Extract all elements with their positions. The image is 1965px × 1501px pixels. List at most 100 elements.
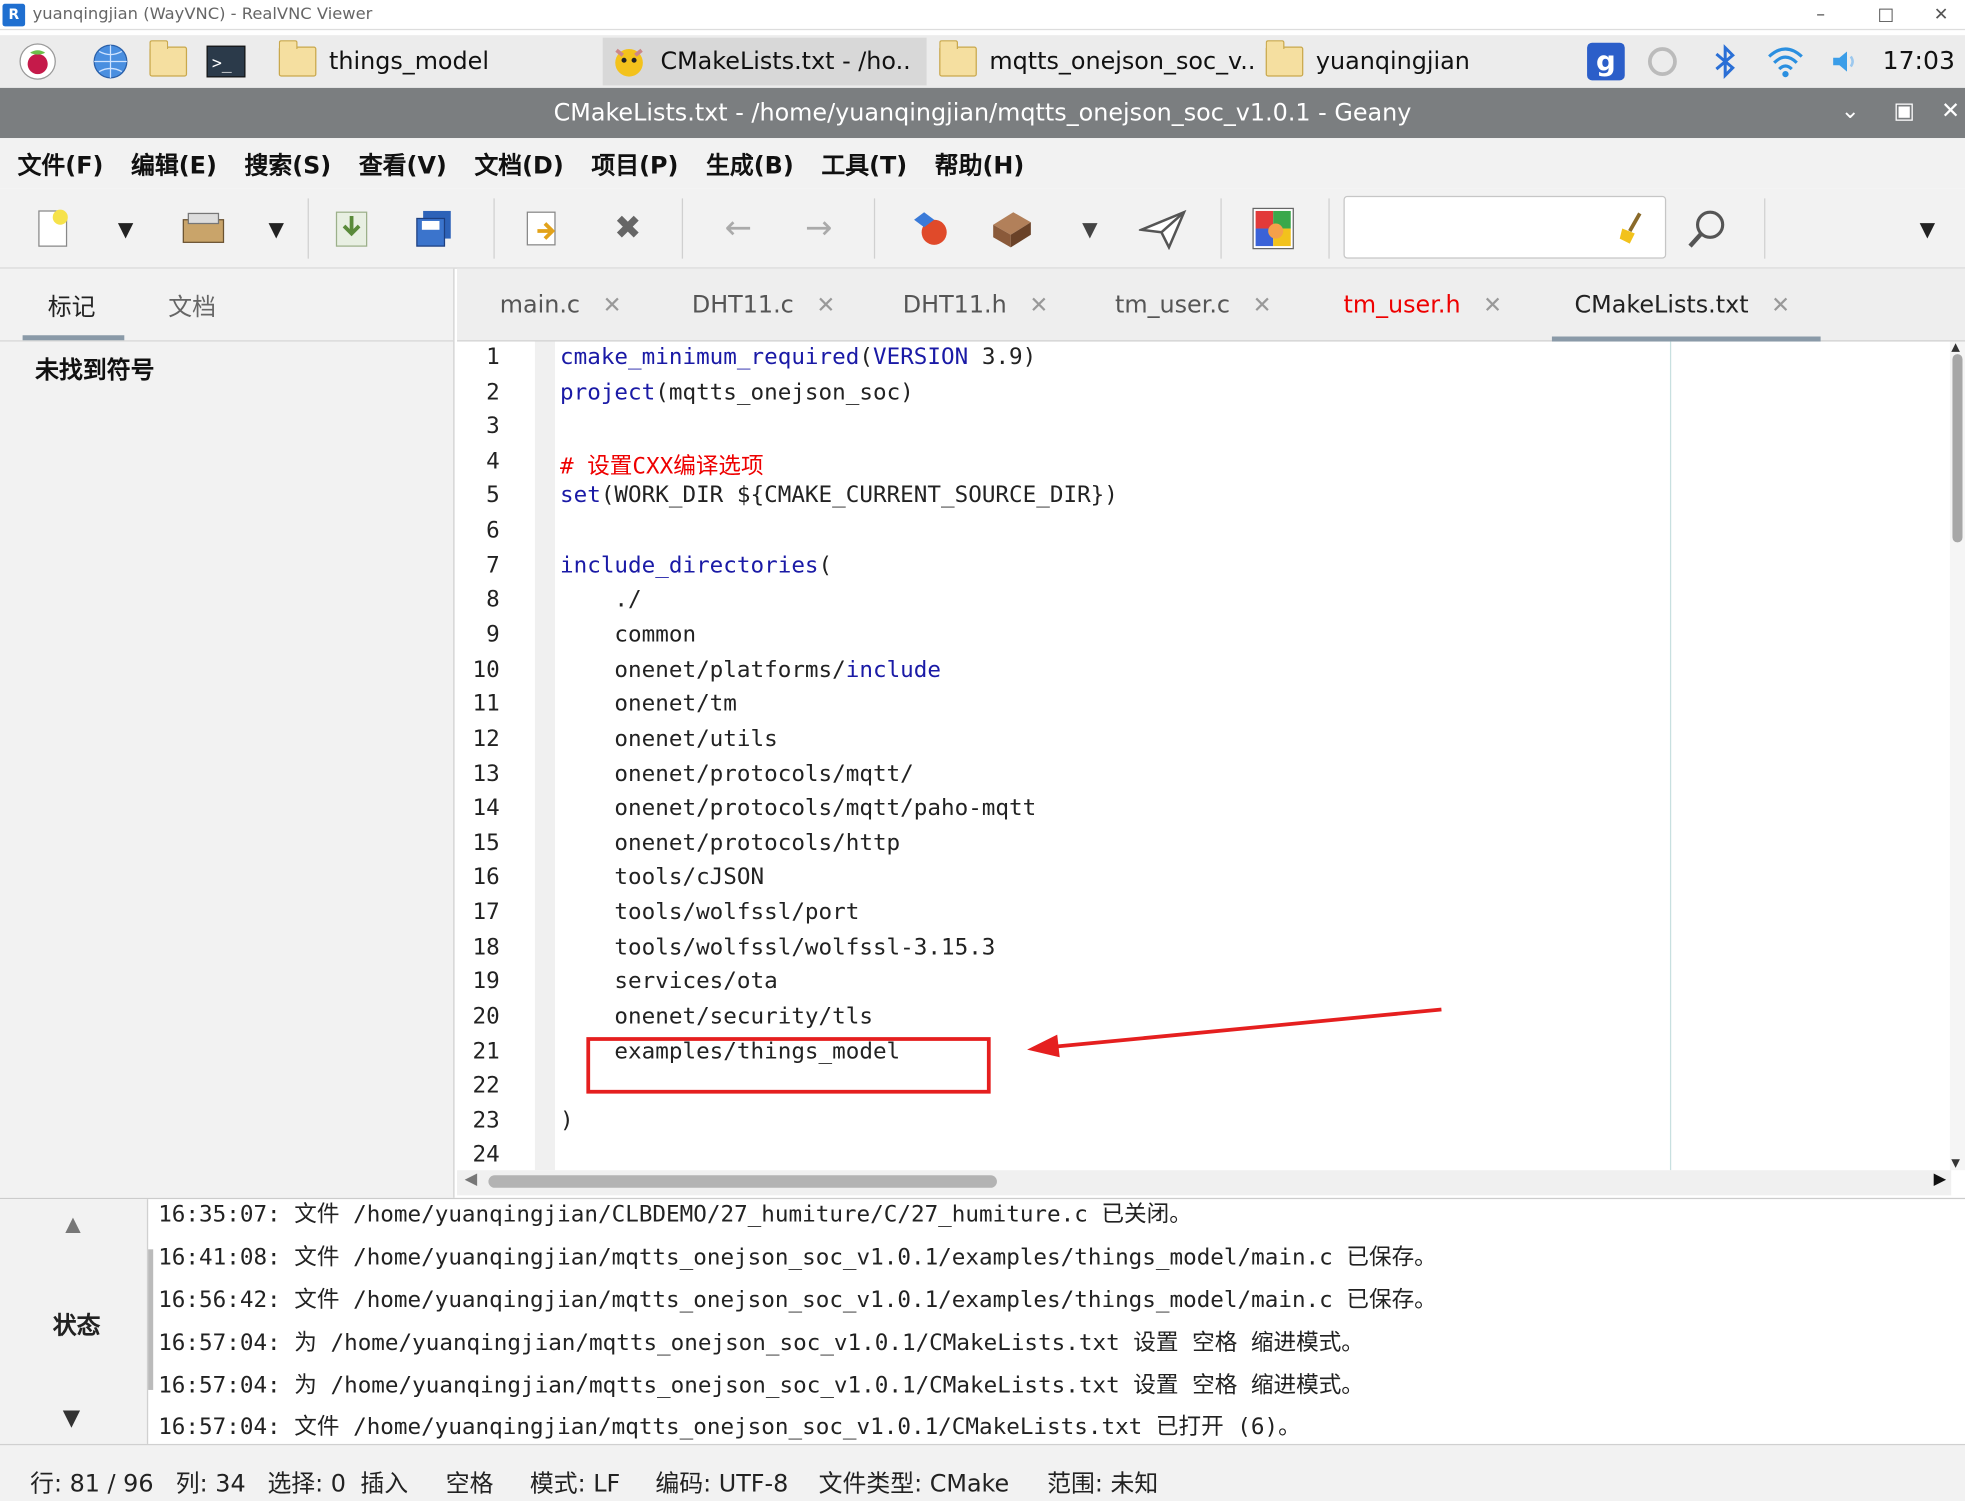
menu-help[interactable]: 帮助(H) [935,146,1025,180]
close-window-button[interactable]: ✕ [1941,98,1960,124]
tab-documents[interactable]: 文档 [168,289,216,323]
status-filetype: 文件类型: CMake [818,1470,1010,1498]
terminal-icon[interactable]: >_ [206,41,246,81]
status-indent: 空格 [445,1470,494,1498]
forward-arrow-icon[interactable]: → [794,203,844,253]
close-tab-icon[interactable]: ✕ [816,292,835,318]
color-chooser-icon[interactable] [1248,203,1298,253]
window-titlebar: CMakeLists.txt - /home/yuanqingjian/mqtt… [0,87,1965,139]
task-home-folder[interactable]: yuanqingjian [1265,38,1470,86]
menu-document[interactable]: 文档(D) [474,146,563,180]
close-button[interactable]: ✕ [1914,0,1965,30]
save-icon[interactable] [326,203,376,253]
build-icon[interactable] [987,203,1037,253]
tab-status[interactable]: 状态 [53,1307,101,1341]
vnc-titlebar: R yuanqingjian (WayVNC) - RealVNC Viewer… [0,0,1965,31]
sidebar: 标记 文档 未找到符号 [0,268,455,1198]
code-line: ) [559,1107,574,1134]
file-manager-icon[interactable] [148,40,188,81]
volume-icon[interactable] [1826,41,1866,81]
menu-file[interactable]: 文件(F) [18,146,104,180]
message-line: 16:56:42: 文件 /home/yuanqingjian/mqtts_on… [158,1286,1437,1314]
raspberry-menu-icon[interactable] [18,41,58,81]
close-tab-icon[interactable]: ✕ [1253,292,1272,318]
code-line: onenet/utils [559,725,778,753]
code-line: set(WORK_DIR ${CMAKE_CURRENT_SOURCE_DIR}… [559,482,1118,509]
close-tab-icon[interactable]: ✕ [603,292,622,318]
chevron-down-icon[interactable]: ⌄ [1841,98,1860,124]
code-line: tools/cJSON [559,863,765,891]
code-line: services/ota [559,968,778,995]
new-file-icon[interactable] [28,203,78,253]
menu-edit[interactable]: 编辑(E) [131,146,217,180]
wifi-icon[interactable] [1765,41,1805,81]
open-file-icon[interactable] [178,203,228,253]
tab-main-c[interactable]: main.c ✕ [500,269,622,342]
tab-symbols[interactable]: 标记 [48,289,96,323]
horizontal-scrollbar[interactable]: ◀ ▶ [457,1170,1952,1196]
message-line: 16:57:04: 为 /home/yuanqingjian/mqtts_one… [158,1329,1364,1357]
message-line: 16:57:04: 文件 /home/yuanqingjian/mqtts_on… [158,1413,1301,1441]
statusbar: 行: 81 / 96 列: 34 选择: 0 插入 空格 模式: LF 编码: … [0,1443,1965,1501]
back-arrow-icon[interactable]: ← [713,203,763,253]
no-symbols-text: 未找到符号 [35,356,155,385]
g-app-icon[interactable]: g [1586,41,1626,81]
minimize-button[interactable]: – [1793,0,1848,30]
task-things-model[interactable]: things_model [278,38,489,86]
close-tab-icon[interactable]: ✕ [1029,292,1048,318]
vertical-scrollbar[interactable]: ▲ ▼ [1949,341,1965,1171]
scroll-down-icon[interactable]: ▼ [63,1405,80,1431]
search-input[interactable] [1343,195,1667,259]
new-file-dropdown-icon[interactable]: ▼ [100,203,150,253]
status-insert-mode: 插入 [360,1470,409,1498]
maximize-button[interactable]: □ [1858,0,1913,30]
menu-view[interactable]: 查看(V) [359,146,447,180]
compile-icon[interactable] [904,203,954,253]
code-line: tools/wolfssl/port [559,899,860,926]
tab-tm-user-c[interactable]: tm_user.c ✕ [1115,269,1272,342]
build-dropdown-icon[interactable]: ▼ [1065,203,1115,253]
sync-icon[interactable] [1642,41,1682,81]
execute-icon[interactable] [1138,203,1188,253]
task-mqtts-folder[interactable]: mqtts_onejson_soc_v.. [939,38,1255,86]
browser-globe-icon[interactable] [90,41,130,81]
save-all-icon[interactable] [409,203,459,253]
status-eol: 模式: LF [529,1470,621,1498]
tab-dht11-c[interactable]: DHT11.c ✕ [692,269,835,342]
line-number-gutter: 1 2 3 4 5 6 7 8 9 10 11 12 13 14 15 16 1… [457,341,535,1171]
status-encoding: 编码: UTF-8 [655,1470,789,1498]
toolbar-overflow-icon[interactable]: ▼ [1902,203,1952,253]
svg-text:>_: >_ [212,54,232,73]
maximize-window-button[interactable]: ▣ [1893,98,1914,124]
open-file-dropdown-icon[interactable]: ▼ [251,203,301,253]
close-tab-icon[interactable]: ✕ [1483,292,1502,318]
clear-broom-icon[interactable] [1617,211,1650,246]
tab-dht11-h[interactable]: DHT11.h ✕ [903,269,1049,342]
close-file-icon[interactable]: ✖ [603,203,653,253]
message-panel: ▲ 状态 ▼ 16:35:07: 文件 /home/yuanqingjian/C… [0,1197,1965,1446]
find-magnifier-icon[interactable] [1683,203,1733,253]
scroll-up-icon[interactable]: ▲ [65,1212,80,1236]
task-geany-cmakelists[interactable]: CMakeLists.txt - /ho.. [602,37,927,86]
menu-tools[interactable]: 工具(T) [821,146,907,180]
fold-margin [534,341,555,1171]
tab-tm-user-h[interactable]: tm_user.h ✕ [1343,269,1502,342]
code-line: onenet/security/tls [559,1003,873,1030]
close-tab-icon[interactable]: ✕ [1771,292,1790,318]
message-tabs: ▲ 状态 ▼ [0,1199,149,1446]
vnc-title: yuanqingjian (WayVNC) - RealVNC Viewer [32,5,373,24]
geany-icon [615,48,643,77]
revert-icon[interactable] [517,203,567,253]
code-line: onenet/platforms/include [559,656,941,684]
menu-build[interactable]: 生成(B) [706,146,794,180]
message-line: 16:57:04: 为 /home/yuanqingjian/mqtts_one… [158,1372,1364,1399]
clock[interactable]: 17:03 [1883,45,1955,75]
code-line: project(mqtts_onejson_soc) [559,379,914,406]
toolbar: ▼ ▼ ✖ ← → ▼ ▼ [0,188,1965,269]
tab-cmakelists[interactable]: CMakeLists.txt ✕ [1551,269,1821,342]
status-scope: 范围: 未知 [1047,1470,1159,1498]
menu-project[interactable]: 项目(P) [591,146,678,180]
code-line: cmake_minimum_required(VERSION 3.9) [559,344,1037,371]
bluetooth-icon[interactable] [1705,41,1745,81]
menu-search[interactable]: 搜索(S) [244,146,331,180]
